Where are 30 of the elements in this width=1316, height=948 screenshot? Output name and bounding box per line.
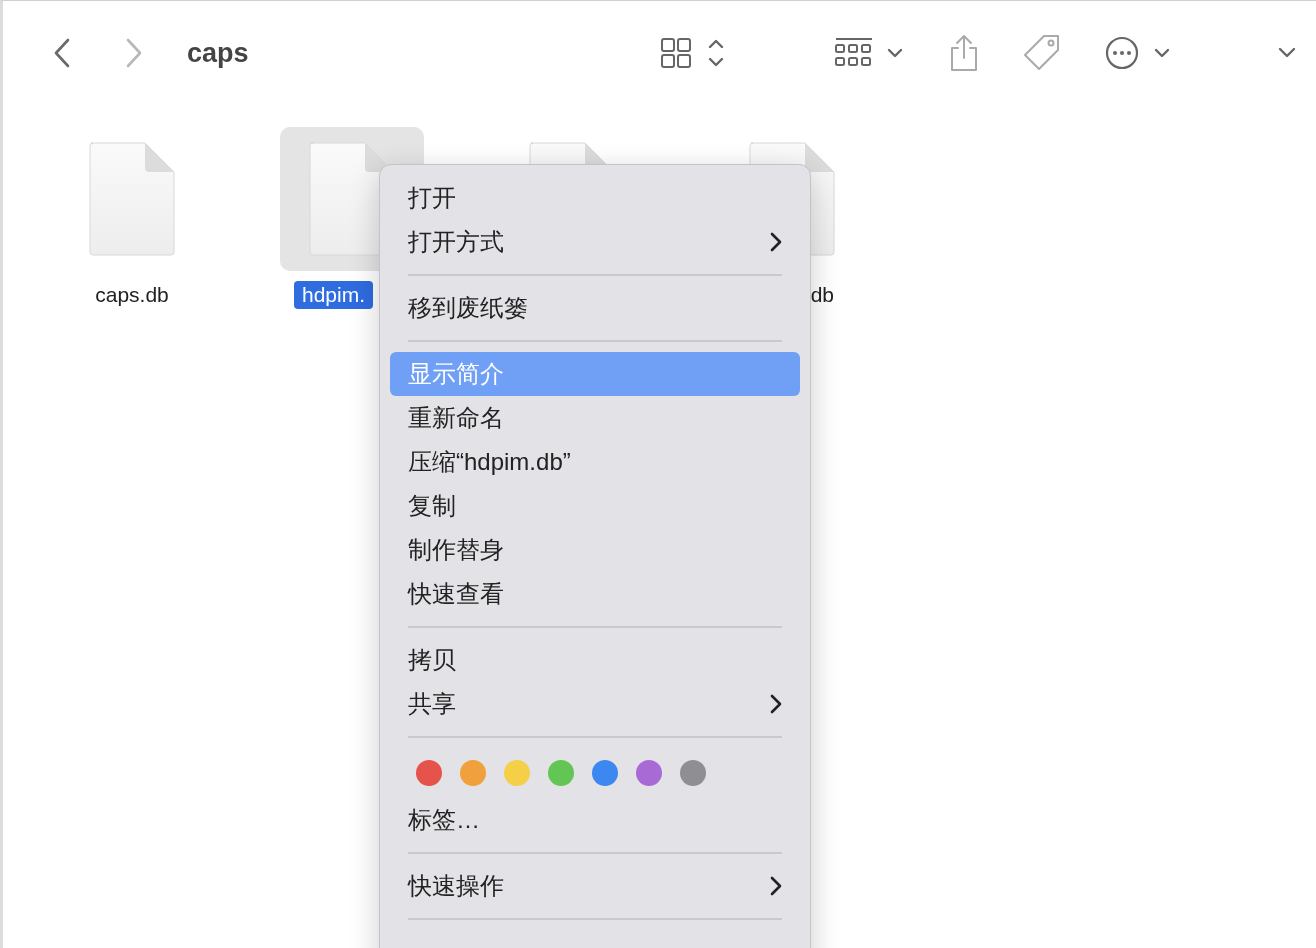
chevron-down-icon[interactable]: [1278, 47, 1296, 59]
menu-item[interactable]: 快速操作: [390, 864, 800, 908]
tag-color-dot[interactable]: [504, 760, 530, 786]
menu-item[interactable]: 重新命名: [390, 396, 800, 440]
menu-item[interactable]: 标签…: [390, 798, 800, 842]
chevron-right-icon: [770, 876, 782, 896]
tag-color-dot[interactable]: [460, 760, 486, 786]
menu-item[interactable]: 打开: [390, 176, 800, 220]
tag-color-dot[interactable]: [592, 760, 618, 786]
tag-color-dot[interactable]: [548, 760, 574, 786]
menu-item[interactable]: 打开方式: [390, 220, 800, 264]
document-icon: [87, 140, 177, 258]
menu-item[interactable]: 快速查看: [390, 572, 800, 616]
folder-title: caps: [187, 37, 249, 69]
menu-item[interactable]: 移到废纸篓: [390, 286, 800, 330]
menu-item[interactable]: 复制: [390, 484, 800, 528]
file-name[interactable]: caps.db: [87, 281, 177, 309]
chevron-right-icon: [770, 232, 782, 252]
menu-item[interactable]: 制作替身: [390, 528, 800, 572]
chevron-right-icon: [770, 694, 782, 714]
menu-item[interactable]: 拷贝: [390, 638, 800, 682]
tag-color-dot[interactable]: [416, 760, 442, 786]
tag-icon[interactable]: [1022, 33, 1062, 73]
tag-color-dot[interactable]: [636, 760, 662, 786]
share-icon[interactable]: [948, 34, 980, 72]
tag-color-dot[interactable]: [680, 760, 706, 786]
file-name[interactable]: hdpim.: [294, 281, 374, 309]
more-actions-button[interactable]: [1104, 35, 1172, 71]
menu-item[interactable]: 压缩“hdpim.db”: [390, 440, 800, 484]
menu-item[interactable]: 共享: [390, 682, 800, 726]
